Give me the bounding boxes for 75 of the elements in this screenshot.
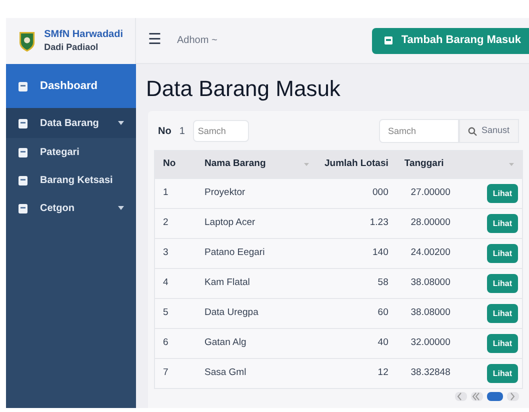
table-cell: 7 <box>163 367 168 378</box>
page-button[interactable] <box>455 392 467 401</box>
page-button[interactable] <box>471 392 483 401</box>
table-cell: Sasa Gml <box>204 367 246 378</box>
table-cell: 28.00000 <box>410 217 450 228</box>
sidebar-item[interactable]: Data Barang <box>6 108 136 138</box>
sidebar-label: Data Barang <box>40 116 100 130</box>
view-button[interactable]: Lihat <box>486 304 518 323</box>
sort-icon <box>304 163 308 166</box>
table-cell: Kam Flatal <box>204 277 250 288</box>
user-menu[interactable]: Adhom ~ <box>177 33 218 48</box>
table-cell: 24.00200 <box>410 247 450 258</box>
table-cell: 4 <box>163 277 168 288</box>
table-cell: 32.00000 <box>410 337 450 348</box>
table-cell: 40 <box>378 337 388 348</box>
sidebar-item[interactable]: Cetgon <box>6 194 136 222</box>
table-cell: 5 <box>163 307 168 318</box>
sidebar-label: Pategari <box>40 146 80 160</box>
table-cell: 58 <box>378 277 388 288</box>
view-button[interactable]: Lihat <box>486 184 518 203</box>
search-field[interactable]: Samch <box>379 119 459 143</box>
table-cell: 2 <box>163 217 168 228</box>
table-cell: 38.08000 <box>410 277 450 288</box>
table-cell: 000 <box>372 187 388 198</box>
view-button[interactable]: Lihat <box>486 244 518 263</box>
table-cell: 60 <box>378 307 388 318</box>
brand-title: SMfN Harwadadi <box>44 29 123 42</box>
table-cell: Data Uregpa <box>204 307 258 318</box>
view-button[interactable]: Lihat <box>486 214 518 233</box>
view-button[interactable]: Lihat <box>486 274 518 293</box>
table-cell: Proyektor <box>204 187 246 198</box>
search-button[interactable]: Sanust <box>459 119 519 143</box>
sidebar-item[interactable]: Dashboard <box>6 64 136 108</box>
table-cell: 27.00000 <box>410 187 450 198</box>
folder-icon <box>18 174 28 186</box>
table-cell: Patano Eegari <box>204 247 265 258</box>
column-header: No <box>163 157 176 172</box>
table-cell: 140 <box>372 247 388 258</box>
table-cell: Gatan Alg <box>204 337 246 348</box>
caret-icon <box>118 121 124 125</box>
sidebar-item[interactable]: Pategari <box>6 138 136 166</box>
page-button[interactable] <box>487 392 503 401</box>
sidebar-label: Cetgon <box>40 202 76 216</box>
column-header: Jumlah Lotasi <box>324 157 388 172</box>
search-icon <box>468 126 478 136</box>
sidebar-label: Barang Ketsasi <box>40 174 114 188</box>
table-cell: 1 <box>163 187 168 198</box>
table-cell: 6 <box>163 337 168 348</box>
table-cell: Laptop Acer <box>204 217 256 228</box>
box-icon <box>384 36 394 45</box>
column-header: Tanggari <box>404 157 444 172</box>
caret-icon <box>118 206 124 210</box>
table-cell: 1.23 <box>370 217 388 228</box>
folder-icon <box>18 146 28 158</box>
table-cell: 38.08000 <box>410 307 450 318</box>
table-cell: 38.32848 <box>410 367 450 378</box>
sidebar-item[interactable]: Barang Ketsasi <box>6 166 136 194</box>
brand-subtitle: Dadi Padiaol <box>44 42 100 53</box>
length-field[interactable]: Samch <box>192 120 249 142</box>
view-button[interactable]: Lihat <box>486 364 518 383</box>
add-button[interactable]: Tambah Barang Masuk <box>372 28 529 54</box>
menu-icon[interactable]: ☰ <box>148 29 161 52</box>
length-value: 1 <box>179 124 185 138</box>
page-title: Data Barang Masuk <box>145 75 342 103</box>
view-button[interactable]: Lihat <box>486 334 518 353</box>
sort-icon <box>509 163 514 166</box>
sidebar-label: Dashboard <box>40 78 98 94</box>
table-cell: 12 <box>378 367 388 378</box>
page-button[interactable] <box>507 392 519 401</box>
folder-icon <box>18 118 28 128</box>
table-cell: 3 <box>163 247 168 258</box>
length-label: No <box>158 124 172 138</box>
folder-icon <box>18 80 28 92</box>
column-header: Nama Barang <box>204 157 266 172</box>
folder-icon <box>18 202 28 214</box>
